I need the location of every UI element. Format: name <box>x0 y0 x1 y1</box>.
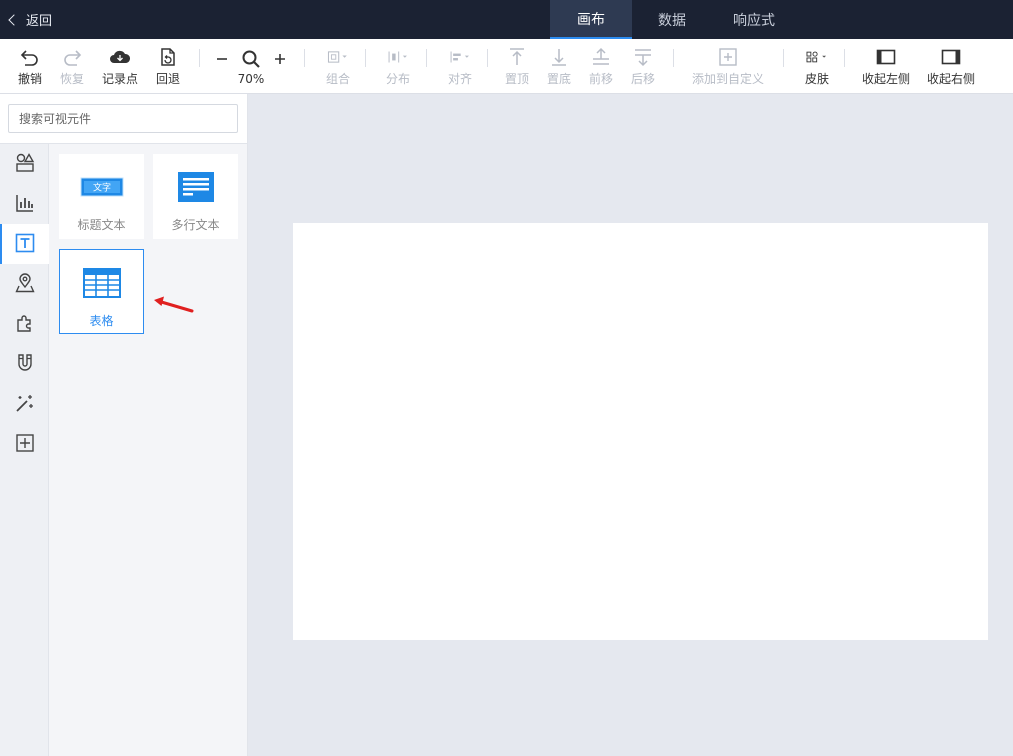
multiline-text-icon <box>177 168 215 206</box>
skin-button[interactable]: 皮肤 <box>797 39 837 94</box>
rollback-button[interactable]: 回退 <box>152 39 184 94</box>
category-list <box>0 144 49 464</box>
group-label: 组合 <box>325 72 350 86</box>
toolbar-divider <box>487 49 488 67</box>
component-label: 多行文本 <box>171 218 220 232</box>
to-bottom-label: 置底 <box>546 72 571 86</box>
component-panel: 文字 标题文本 多行文本 表格 <box>49 144 248 756</box>
custom-add-icon <box>15 433 35 456</box>
skin-grid-icon <box>806 46 828 68</box>
to-bottom-button[interactable]: 置底 <box>543 39 575 94</box>
record-label: 记录点 <box>101 72 138 86</box>
distribute-button[interactable]: 分布 <box>378 39 418 94</box>
add-custom-icon <box>717 46 739 68</box>
panel-right-icon <box>940 46 962 68</box>
component-label: 表格 <box>89 314 114 328</box>
toolbar-divider <box>844 49 845 67</box>
redo-icon <box>61 46 83 68</box>
toolbar-divider <box>673 49 674 67</box>
top-bar: 返回 画布 数据 响应式 <box>0 0 1013 39</box>
plugin-icon <box>15 313 35 336</box>
toolbar-divider <box>426 49 427 67</box>
toolbar-divider <box>199 49 200 67</box>
collapse-right-button[interactable]: 收起右侧 <box>925 39 977 94</box>
backward-button[interactable]: 后移 <box>627 39 659 94</box>
component-label: 标题文本 <box>77 218 126 232</box>
undo-label: 撤销 <box>17 72 42 86</box>
toolbar-divider <box>783 49 784 67</box>
skin-label: 皮肤 <box>804 72 829 86</box>
bring-forward-icon <box>590 46 612 68</box>
group-icon <box>327 46 349 68</box>
component-table[interactable]: 表格 <box>59 249 144 334</box>
chart-icon <box>15 193 35 216</box>
undo-button[interactable]: 撤销 <box>14 39 46 94</box>
rollback-label: 回退 <box>155 72 180 86</box>
to-top-label: 置顶 <box>504 72 529 86</box>
table-icon <box>82 264 121 302</box>
main-tabs: 画布 数据 响应式 <box>550 0 796 39</box>
align-button[interactable]: 对齐 <box>440 39 480 94</box>
search-area <box>0 94 248 144</box>
design-canvas[interactable] <box>293 223 988 640</box>
chevron-left-icon <box>8 13 20 26</box>
add-custom-label: 添加到自定义 <box>691 72 764 86</box>
category-shapes[interactable] <box>0 144 49 184</box>
tab-canvas[interactable]: 画布 <box>550 0 632 39</box>
to-top-button[interactable]: 置顶 <box>501 39 533 94</box>
toolbar: 撤销 恢复 记录点 回退 70% 组合 分布 对齐 置顶 置底 前移 后移 添加… <box>0 39 1013 94</box>
category-custom[interactable] <box>0 424 49 464</box>
toolbar-divider <box>365 49 366 67</box>
map-icon <box>14 272 35 296</box>
back-label: 返回 <box>26 14 53 29</box>
redo-label: 恢复 <box>59 72 84 86</box>
group-button[interactable]: 组合 <box>318 39 358 94</box>
tab-responsive[interactable]: 响应式 <box>712 0 796 39</box>
distribute-icon <box>387 46 409 68</box>
forward-button[interactable]: 前移 <box>585 39 617 94</box>
component-title-text[interactable]: 文字 标题文本 <box>59 154 144 239</box>
bring-to-top-icon <box>506 46 528 68</box>
back-button[interactable]: 返回 <box>8 0 52 39</box>
category-charts[interactable] <box>0 184 49 224</box>
magic-wand-icon <box>15 393 35 416</box>
category-map[interactable] <box>0 264 49 304</box>
component-multiline-text[interactable]: 多行文本 <box>153 154 238 239</box>
collapse-right-label: 收起右侧 <box>926 72 975 86</box>
toolbar-divider <box>304 49 305 67</box>
undo-icon <box>19 46 41 68</box>
zoom-control: 70% <box>216 39 286 94</box>
title-text-icon-label: 文字 <box>92 182 110 194</box>
send-backward-icon <box>632 46 654 68</box>
collapse-left-label: 收起左侧 <box>861 72 910 86</box>
align-icon <box>449 46 471 68</box>
collapse-left-button[interactable]: 收起左侧 <box>860 39 912 94</box>
search-input[interactable] <box>8 104 238 133</box>
zoom-in-icon[interactable] <box>274 53 286 65</box>
cloud-icon <box>109 46 131 68</box>
add-custom-button[interactable]: 添加到自定义 <box>688 39 768 94</box>
magnet-icon <box>15 353 35 376</box>
annotation-arrow-icon <box>154 296 194 313</box>
panel-left-icon <box>875 46 897 68</box>
forward-label: 前移 <box>588 72 613 86</box>
title-text-icon: 文字 <box>80 168 124 206</box>
backward-label: 后移 <box>630 72 655 86</box>
record-button[interactable]: 记录点 <box>100 39 140 94</box>
tab-data[interactable]: 数据 <box>632 0 712 39</box>
category-plugins[interactable] <box>0 304 49 344</box>
rollback-icon <box>157 46 179 68</box>
category-text[interactable] <box>0 224 49 264</box>
zoom-icon <box>241 49 261 69</box>
category-effects[interactable] <box>0 384 49 424</box>
redo-button[interactable]: 恢复 <box>56 39 88 94</box>
distribute-label: 分布 <box>385 72 410 86</box>
align-label: 对齐 <box>447 72 472 86</box>
category-magnet[interactable] <box>0 344 49 384</box>
zoom-out-icon[interactable] <box>216 53 228 65</box>
zoom-level: 70% <box>237 71 265 86</box>
shapes-icon <box>15 152 35 176</box>
send-to-bottom-icon <box>548 46 570 68</box>
text-icon <box>15 233 35 256</box>
